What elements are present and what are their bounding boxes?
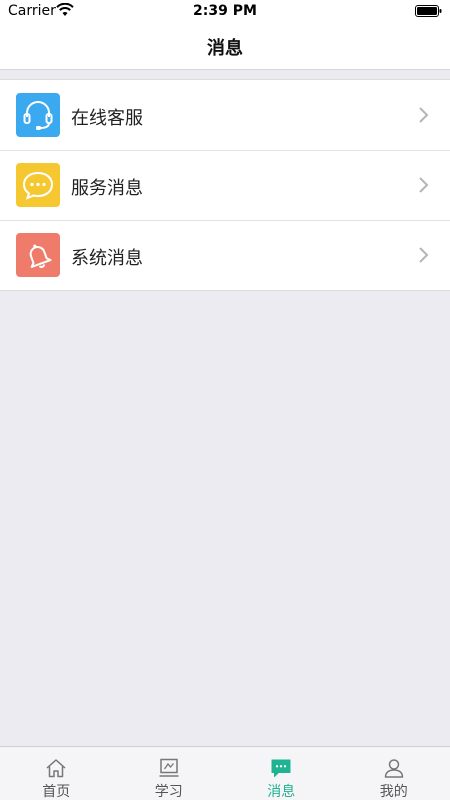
tab-profile[interactable]: 我的 xyxy=(338,747,450,800)
service-messages-label: 服务消息 xyxy=(71,178,143,199)
tab-profile-label: 我的 xyxy=(379,784,408,800)
message-list: 在线客服 服务消息 系统消息 xyxy=(0,79,450,291)
bell-icon xyxy=(29,244,52,268)
tab-home[interactable]: 首页 xyxy=(0,747,113,800)
service-messages-icon-box xyxy=(16,163,60,207)
online-service-icon-box xyxy=(16,93,60,137)
chevron-right-icon xyxy=(419,107,429,123)
tab-study-label: 学习 xyxy=(154,784,183,800)
headset-icon xyxy=(23,101,53,130)
chevron-right-icon xyxy=(419,177,429,193)
online-service-label: 在线客服 xyxy=(71,108,143,129)
home-icon xyxy=(46,759,66,778)
system-messages-icon-box xyxy=(16,233,60,277)
status-time: 2:39 PM xyxy=(193,3,257,19)
list-item-service-messages[interactable]: 服务消息 xyxy=(0,150,450,220)
tab-study[interactable]: 学习 xyxy=(113,747,226,800)
nav-bar: 消息 xyxy=(0,22,450,70)
chat-bubble-icon xyxy=(22,171,54,200)
system-messages-label: 系统消息 xyxy=(71,248,143,269)
profile-icon xyxy=(384,759,403,778)
tab-home-label: 首页 xyxy=(42,784,71,800)
message-icon xyxy=(271,759,291,777)
tab-messages[interactable]: 消息 xyxy=(225,747,338,800)
tab-bar: 首页 学习 消息 我的 xyxy=(0,746,450,800)
screen: Carrier 2:39 PM 消息 在线客服 服务消息 系统消息 首页 学习 … xyxy=(0,0,450,800)
status-bar: Carrier 2:39 PM xyxy=(0,0,450,22)
battery-icon xyxy=(415,5,442,17)
list-item-system-messages[interactable]: 系统消息 xyxy=(0,220,450,290)
tab-messages-label: 消息 xyxy=(267,784,296,800)
page-title: 消息 xyxy=(207,38,243,59)
list-item-online-service[interactable]: 在线客服 xyxy=(0,80,450,150)
chevron-right-icon xyxy=(419,247,429,263)
study-icon xyxy=(159,758,178,777)
